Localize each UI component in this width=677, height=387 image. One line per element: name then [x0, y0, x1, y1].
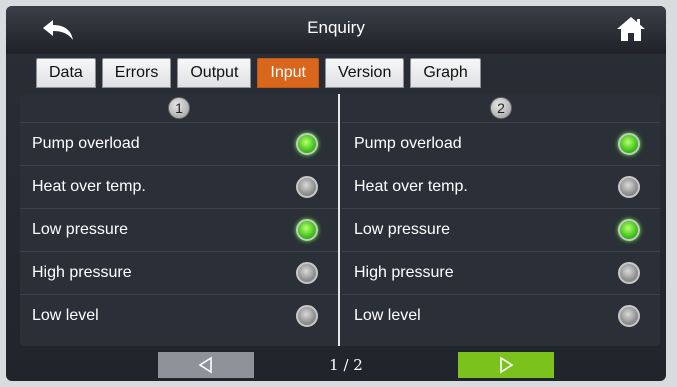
status-label: Heat over temp.: [32, 178, 146, 195]
status-label: Low pressure: [32, 221, 129, 238]
status-led-icon: [296, 305, 318, 327]
status-led-icon: [296, 176, 318, 198]
column-header: 2: [342, 94, 660, 122]
page-indicator: 1 / 2: [329, 356, 363, 374]
status-row: Heat over temp.: [20, 165, 338, 208]
device-screen: Enquiry Data Errors Output Input Version…: [6, 6, 666, 381]
tab-input[interactable]: Input: [257, 58, 319, 88]
status-led-icon: [618, 305, 640, 327]
status-row: Heat over temp.: [342, 165, 660, 208]
home-button[interactable]: [614, 14, 648, 44]
status-row: Low level: [342, 294, 660, 337]
status-led-icon: [618, 133, 640, 155]
column-number-badge: 1: [168, 97, 190, 119]
status-led-icon: [296, 133, 318, 155]
status-led-icon: [618, 176, 640, 198]
status-label: High pressure: [32, 264, 132, 281]
status-led-icon: [296, 262, 318, 284]
status-row: High pressure: [342, 251, 660, 294]
triangle-left-icon: [198, 356, 212, 374]
tab-version[interactable]: Version: [324, 58, 405, 88]
pager: 1 / 2: [6, 350, 666, 380]
column-1: 1 Pump overload Heat over temp. Low pres…: [20, 94, 338, 346]
title-bar: Enquiry: [6, 6, 666, 54]
column-number-badge: 2: [490, 97, 512, 119]
status-label: Low pressure: [354, 221, 451, 238]
column-2: 2 Pump overload Heat over temp. Low pres…: [342, 94, 660, 346]
status-row: High pressure: [20, 251, 338, 294]
triangle-right-icon: [500, 356, 514, 374]
column-header: 1: [20, 94, 338, 122]
tab-graph[interactable]: Graph: [410, 58, 481, 88]
status-label: Pump overload: [354, 135, 462, 152]
status-led-icon: [618, 219, 640, 241]
status-row: Pump overload: [20, 122, 338, 165]
tab-bar: Data Errors Output Input Version Graph: [36, 58, 481, 88]
previous-page-button[interactable]: [158, 352, 254, 378]
status-led-icon: [618, 262, 640, 284]
status-led-icon: [296, 219, 318, 241]
status-row: Pump overload: [342, 122, 660, 165]
home-icon: [617, 17, 645, 41]
status-label: Pump overload: [32, 135, 140, 152]
status-row: Low level: [20, 294, 338, 337]
tab-errors[interactable]: Errors: [101, 58, 172, 88]
status-label: Heat over temp.: [354, 178, 468, 195]
tab-output[interactable]: Output: [177, 58, 252, 88]
status-label: Low level: [32, 307, 99, 324]
status-label: Low level: [354, 307, 421, 324]
column-divider: [338, 94, 340, 346]
input-status-panel: 1 Pump overload Heat over temp. Low pres…: [20, 94, 660, 346]
page-title: Enquiry: [307, 18, 365, 37]
status-row: Low pressure: [20, 208, 338, 251]
status-row: Low pressure: [342, 208, 660, 251]
status-label: High pressure: [354, 264, 454, 281]
next-page-button[interactable]: [458, 352, 554, 378]
tab-data[interactable]: Data: [36, 58, 96, 88]
